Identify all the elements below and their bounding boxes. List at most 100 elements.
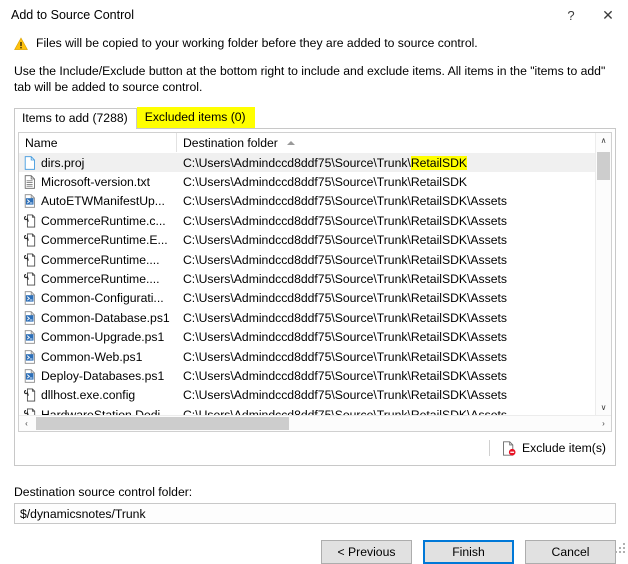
- row-destination-cell: C:\Users\Admindccd8ddf75\Source\Trunk\Re…: [177, 155, 595, 170]
- table-row[interactable]: CommerceRuntime.... C:\Users\Admindccd8dd…: [19, 250, 595, 269]
- row-destination-cell: C:\Users\Admindccd8ddf75\Source\Trunk\Re…: [177, 175, 595, 189]
- column-header-row: Name Destination folder: [19, 133, 595, 153]
- help-button[interactable]: ?: [554, 0, 588, 30]
- items-listbox[interactable]: Name Destination folder dirs.proj C:\User…: [18, 132, 612, 432]
- powershell-page-icon: [24, 349, 36, 364]
- destination-folder-input[interactable]: $/dynamicsnotes/Trunk: [14, 503, 616, 524]
- scroll-right-icon[interactable]: ›: [596, 416, 611, 431]
- powershell-page-icon: [24, 330, 36, 344]
- table-row[interactable]: CommerceRuntime.... C:\Users\Admindccd8dd…: [19, 269, 595, 288]
- scroll-up-icon[interactable]: ∧: [596, 133, 611, 148]
- row-name-cell: CommerceRuntime.E...: [19, 233, 177, 247]
- cancel-button[interactable]: Cancel: [525, 540, 616, 564]
- row-name-cell: CommerceRuntime....: [19, 272, 177, 286]
- tab-excluded-items[interactable]: Excluded items (0): [136, 107, 255, 128]
- row-destination-path: C:\Users\Admindccd8ddf75\Source\Trunk\Re…: [183, 194, 508, 209]
- title-bar: Add to Source Control ? ✕: [0, 0, 628, 30]
- instructions-text: Use the Include/Exclude button at the bo…: [14, 64, 606, 94]
- dialog-buttons: < Previous Finish Cancel: [0, 540, 616, 564]
- row-destination-cell: C:\Users\Admindccd8ddf75\Source\Trunk\Re…: [177, 272, 595, 286]
- table-row[interactable]: Microsoft-version.txt C:\Users\Admindccd8…: [19, 172, 595, 191]
- tab-items-to-add[interactable]: Items to add (7288): [14, 108, 137, 129]
- exclude-items-button[interactable]: Exclude item(s): [502, 440, 606, 456]
- row-name-cell: Common-Web.ps1: [19, 350, 177, 364]
- row-file-name: Deploy-Databases.ps1: [41, 368, 165, 383]
- table-row[interactable]: HardwareStation.Dedi... C:\Users\Admindcc…: [19, 405, 595, 415]
- row-destination-path: C:\Users\Admindccd8ddf75\Source\Trunk\Re…: [183, 213, 508, 228]
- horizontal-scrollbar-track[interactable]: [34, 416, 596, 431]
- resize-grip[interactable]: [613, 541, 625, 553]
- row-destination-path: C:\Users\Admindccd8ddf75\Source\Trunk\Re…: [183, 252, 508, 267]
- row-destination-cell: C:\Users\Admindccd8ddf75\Source\Trunk\Re…: [177, 311, 595, 325]
- config-page-icon: [24, 214, 36, 228]
- title-bar-buttons: ? ✕: [554, 0, 628, 30]
- vertical-scrollbar-thumb[interactable]: [597, 152, 610, 180]
- row-destination-cell: C:\Users\Admindccd8ddf75\Source\Trunk\Re…: [177, 369, 595, 383]
- vertical-scrollbar-track[interactable]: [596, 148, 611, 400]
- vertical-scrollbar[interactable]: ∧ ∨: [595, 133, 611, 415]
- window-title: Add to Source Control: [11, 8, 134, 22]
- warning-triangle-icon: [14, 37, 28, 51]
- scroll-left-icon[interactable]: ‹: [19, 416, 34, 431]
- column-header-destination-label: Destination folder: [183, 135, 278, 150]
- table-row[interactable]: Common-Upgrade.ps1 C:\Users\Admindccd8ddf…: [19, 328, 595, 347]
- table-row[interactable]: dllhost.exe.config C:\Users\Admindccd8ddf…: [19, 386, 595, 405]
- toolbar-separator: [489, 440, 491, 456]
- table-row[interactable]: AutoETWManifestUp... C:\Users\Admindccd8d…: [19, 192, 595, 211]
- table-row[interactable]: CommerceRuntime.E... C:\Users\Admindccd8d…: [19, 231, 595, 250]
- row-name-cell: Common-Upgrade.ps1: [19, 330, 177, 344]
- config-page-icon: [24, 253, 36, 267]
- row-destination-path: C:\Users\Admindccd8ddf75\Source\Trunk\Re…: [183, 272, 508, 287]
- table-row[interactable]: Common-Configurati... C:\Users\Admindccd8…: [19, 289, 595, 308]
- scroll-down-icon[interactable]: ∨: [596, 400, 611, 415]
- powershell-page-icon: [24, 311, 36, 325]
- table-row[interactable]: Common-Web.ps1 C:\Users\Admindccd8ddf75\S…: [19, 347, 595, 366]
- row-file-name: Common-Upgrade.ps1: [41, 330, 165, 345]
- row-name-cell: Microsoft-version.txt: [19, 175, 177, 189]
- row-name-cell: Common-Configurati...: [19, 291, 177, 305]
- row-file-name: Microsoft-version.txt: [41, 175, 151, 190]
- exclude-bar: Exclude item(s): [18, 434, 612, 462]
- row-destination-path: C:\Users\Admindccd8ddf75\Source\Trunk\Re…: [183, 310, 508, 325]
- row-destination-path: C:\Users\Admindccd8ddf75\Source\Trunk\Re…: [183, 330, 508, 345]
- row-name-cell: Common-Database.ps1: [19, 311, 177, 325]
- exclude-item-icon: [502, 440, 516, 456]
- row-destination-cell: C:\Users\Admindccd8ddf75\Source\Trunk\Re…: [177, 291, 595, 305]
- items-panel: Name Destination folder dirs.proj C:\User…: [14, 128, 616, 466]
- column-header-destination[interactable]: Destination folder: [177, 133, 595, 152]
- row-file-name: dirs.proj: [41, 155, 85, 170]
- horizontal-scrollbar-thumb[interactable]: [36, 417, 289, 430]
- row-file-name: AutoETWManifestUp...: [41, 194, 165, 209]
- row-name-cell: HardwareStation.Dedi...: [19, 408, 177, 415]
- previous-button[interactable]: < Previous: [321, 540, 412, 564]
- row-destination-cell: C:\Users\Admindccd8ddf75\Source\Trunk\Re…: [177, 408, 595, 415]
- horizontal-scrollbar[interactable]: ‹ ›: [19, 415, 611, 431]
- powershell-page-icon: [24, 369, 36, 383]
- row-name-cell: dirs.proj: [19, 156, 177, 170]
- text-page-icon: [24, 175, 36, 189]
- config-page-icon: [24, 388, 36, 402]
- row-destination-path: C:\Users\Admindccd8ddf75\Source\Trunk\Re…: [183, 175, 468, 190]
- finish-button[interactable]: Finish: [423, 540, 514, 564]
- warning-text: Files will be copied to your working fol…: [36, 36, 478, 50]
- config-page-icon: [24, 272, 36, 286]
- table-row[interactable]: CommerceRuntime.c... C:\Users\Admindccd8d…: [19, 211, 595, 230]
- row-name-cell: CommerceRuntime.c...: [19, 214, 177, 228]
- row-destination-cell: C:\Users\Admindccd8ddf75\Source\Trunk\Re…: [177, 194, 595, 208]
- row-destination-cell: C:\Users\Admindccd8ddf75\Source\Trunk\Re…: [177, 214, 595, 228]
- row-name-cell: AutoETWManifestUp...: [19, 194, 177, 208]
- listbox-content: Name Destination folder dirs.proj C:\User…: [19, 133, 595, 415]
- sort-ascending-icon: [286, 140, 295, 145]
- row-destination-cell: C:\Users\Admindccd8ddf75\Source\Trunk\Re…: [177, 330, 595, 344]
- table-row[interactable]: Deploy-Databases.ps1 C:\Users\Admindccd8d…: [19, 366, 595, 385]
- config-page-icon: [24, 408, 36, 415]
- row-destination-path: C:\Users\Admindccd8ddf75\Source\Trunk\Re…: [183, 291, 508, 306]
- table-row[interactable]: dirs.proj C:\Users\Admindccd8ddf75\Source…: [19, 153, 595, 173]
- blank-page-icon: [24, 155, 36, 170]
- row-destination-path: C:\Users\Admindccd8ddf75\Source\Trunk\Re…: [183, 368, 508, 383]
- row-destination-cell: C:\Users\Admindccd8ddf75\Source\Trunk\Re…: [177, 350, 595, 364]
- row-destination-path: C:\Users\Admindccd8ddf75\Source\Trunk\Re…: [183, 349, 508, 364]
- close-button[interactable]: ✕: [588, 0, 628, 30]
- column-header-name[interactable]: Name: [19, 133, 177, 152]
- table-row[interactable]: Common-Database.ps1 C:\Users\Admindccd8dd…: [19, 308, 595, 327]
